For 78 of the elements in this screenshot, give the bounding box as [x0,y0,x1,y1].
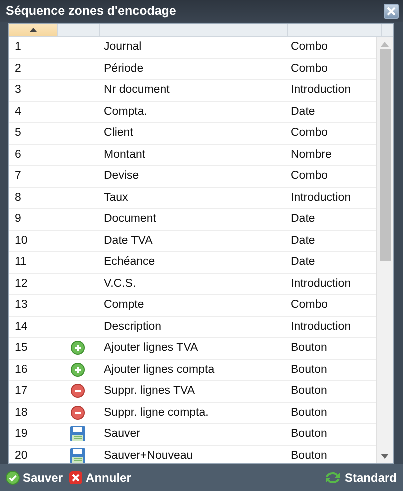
table-cell-text: Ajouter lignes TVA [103,342,200,354]
table-cell-text: 11 [14,256,28,268]
table-cell-text: Nombre [290,148,333,161]
table-cell-text: Ajouter lignes compta [103,364,216,376]
table-cell-text: 3 [14,84,22,96]
table-cell-text: 13 [14,299,29,312]
table-cell-text: 6 [14,148,22,161]
table-cell-text: Journal [103,41,143,54]
table-cell-text: 19 [14,428,29,440]
table-cell-text: 5 [14,127,22,140]
scroll-up-arrow-icon[interactable] [381,42,389,47]
sort-ascending-icon [30,28,36,32]
close-button[interactable] [384,4,399,18]
table-cell-text: Date [290,234,316,247]
table-cell-text: Description [103,320,163,333]
table-cell-text: Combo [290,62,330,75]
table-cell-text: Combo [290,41,330,54]
scrollbar[interactable] [376,37,393,463]
table-cell-text: 20 [14,450,29,462]
table-cell-text: Combo [290,299,330,312]
cancel-button[interactable]: Annuler [69,470,132,484]
table-cell-text: 4 [14,106,22,118]
table-cell-text: Bouton [290,450,328,462]
table-cell-text: Document [103,213,158,226]
minus-icon [70,384,84,398]
table-cell-text: Client [103,127,134,140]
table-cell-text: Bouton [290,385,328,398]
table-cell-text: Taux [103,192,130,204]
table-cell-text: 15 [14,342,29,354]
check-icon [6,470,20,484]
table-cell-text: Date [290,213,316,226]
table-cell-text: 10 [14,234,29,247]
table-cell-text: Bouton [290,428,328,440]
table-cell-text: Date TVA [103,234,154,247]
table-cell-text: Introduction [290,320,352,333]
column-header[interactable] [9,24,58,36]
table-cell-text: Bouton [290,406,328,419]
plus-icon [70,341,84,356]
table-cell-text: Compta. [103,106,148,118]
table-cell-text: Echéance [103,256,156,268]
minus-icon [70,406,84,420]
table-cell-text: Sauver [103,428,142,440]
table-cell-text: V.C.S. [103,278,138,290]
table-cell-text: 1 [14,41,22,54]
table-cell-text: Compte [103,299,146,312]
table-cell-text: Introduction [290,84,352,96]
table-cell-text: 18 [14,406,29,419]
close-icon [69,470,84,484]
table-cell-text: 9 [14,213,22,226]
table-cell-text: 17 [14,385,29,398]
table-cell-text: Date [290,256,316,268]
table-cell-text: 7 [14,170,22,182]
table-cell-text: 16 [14,364,29,376]
table-cell-text: Combo [290,170,330,182]
reset-button[interactable]: Standard [324,470,397,484]
table-cell-text: 2 [14,62,22,75]
scroll-down-arrow-icon[interactable] [381,454,389,459]
table-cell-text: Période [103,62,145,75]
window-title: Séquence zones d'encodage [6,4,176,18]
table-cell-text: Devise [103,170,140,182]
plus-icon [70,362,84,377]
close-icon [387,6,396,16]
save-button[interactable]: Sauver [6,470,64,484]
table-cell-text: Suppr. lignes TVA [103,385,196,398]
table-cell-text: Bouton [290,364,328,376]
table-cell-text: Introduction [290,192,352,204]
table-cell-text: 8 [14,192,22,204]
table-cell-text: Sauver+Nouveau [103,450,194,462]
table-cell-text: Suppr. ligne compta. [103,406,210,419]
table-cell-text: Date [290,106,316,118]
table-cell-text: Montant [103,148,147,161]
table-cell-text: Combo [290,127,330,140]
table-cell-text: Bouton [290,342,328,354]
table-cell-text: Introduction [290,278,352,290]
table-cell-text: 14 [14,320,29,333]
table-cell-text: 12 [14,278,29,290]
table-cell-text: Nr document [103,84,171,96]
refresh-icon [324,470,342,484]
